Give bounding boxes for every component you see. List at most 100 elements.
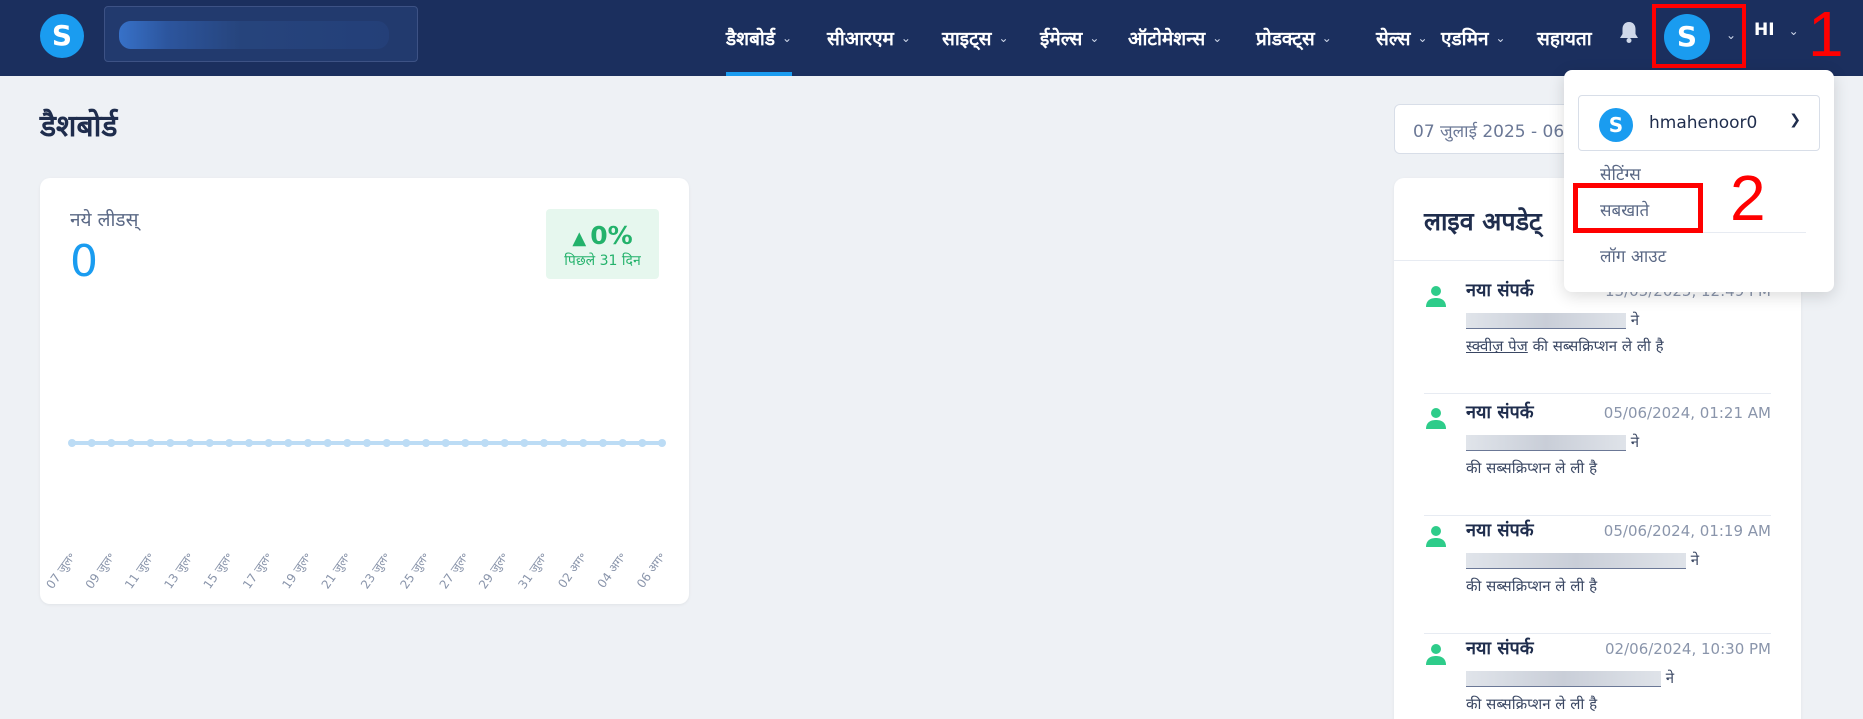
x-tick-label: 13 जुल॰ xyxy=(161,550,197,592)
chevron-down-icon: ⌄ xyxy=(998,31,1009,45)
data-point[interactable] xyxy=(304,439,312,447)
update-suffix: ने xyxy=(1690,551,1700,569)
account-switcher-field[interactable] xyxy=(104,6,418,62)
person-icon xyxy=(1426,526,1446,547)
live-update-item: नया संपर्क 05/06/2024, 01:21 AM ने की सब… xyxy=(1424,398,1771,516)
redacted-contact[interactable] xyxy=(1466,552,1686,569)
chevron-down-icon: ⌄ xyxy=(1212,31,1223,45)
nav-products[interactable]: प्रोडक्ट्स ⌄ xyxy=(1256,0,1332,76)
data-point[interactable] xyxy=(323,439,332,447)
nav-sites[interactable]: साइट्स ⌄ xyxy=(942,0,1009,76)
x-tick-label: 09 जुल॰ xyxy=(83,550,119,592)
update-page-link[interactable]: स्क्वीज़ पेज xyxy=(1466,337,1528,355)
language-selector[interactable]: HI ⌄ xyxy=(1754,20,1799,40)
data-point[interactable] xyxy=(245,439,253,447)
menu-item-settings[interactable]: सेटिंग्स xyxy=(1600,162,1641,185)
language-label: HI xyxy=(1754,20,1775,40)
chevron-down-icon: ❯ xyxy=(1789,112,1801,128)
data-point[interactable] xyxy=(107,439,116,447)
data-point[interactable] xyxy=(638,439,647,447)
nav-automations[interactable]: ऑटोमेशन्स ⌄ xyxy=(1128,0,1222,76)
chevron-down-icon: ⌄ xyxy=(1495,31,1506,45)
annotation-marker-1: 1 xyxy=(1808,0,1844,70)
nav-dashboard[interactable]: डैशबोर्ड ⌄ xyxy=(726,0,793,76)
data-point[interactable] xyxy=(422,439,430,447)
data-point[interactable] xyxy=(146,439,155,447)
menu-item-logout[interactable]: लॉग आउट xyxy=(1600,244,1666,267)
person-icon xyxy=(1426,286,1446,307)
data-point[interactable] xyxy=(127,439,135,447)
x-tick-label: 02 अग॰ xyxy=(555,550,589,591)
x-tick-label: 17 जुल॰ xyxy=(240,550,276,592)
x-tick-label: 27 जुल॰ xyxy=(437,550,473,592)
leads-line-chart: 07 जुल॰ 09 जुल॰ 11 जुल॰ 13 जुल॰ 15 जुल॰ 17 जु… xyxy=(43,439,668,592)
page-title: डैशबोर्ड xyxy=(40,109,118,144)
chevron-down-icon: ⌄ xyxy=(1417,31,1428,45)
app-logo[interactable]: S xyxy=(40,14,84,58)
x-tick-label: 15 जुल॰ xyxy=(201,550,237,592)
data-point[interactable] xyxy=(225,439,234,447)
x-tick-label: 29 जुल॰ xyxy=(476,550,512,592)
nav-crm[interactable]: सीआरएम ⌄ xyxy=(827,0,911,76)
data-point[interactable] xyxy=(520,439,529,447)
annotation-highlight-box-2 xyxy=(1573,183,1703,233)
nav-products-label: प्रोडक्ट्स xyxy=(1256,28,1315,50)
nav-sales-label: सेल्स xyxy=(1376,28,1411,50)
user-avatar: S xyxy=(1664,14,1710,60)
data-point[interactable] xyxy=(363,439,371,447)
live-update-item: नया संपर्क 13/05/2025, 12:49 PM ने स्क्व… xyxy=(1424,276,1771,394)
update-time: 05/06/2024, 01:19 AM xyxy=(1603,522,1771,540)
data-point[interactable] xyxy=(343,439,352,447)
update-title: नया संपर्क xyxy=(1466,402,1534,423)
data-point[interactable] xyxy=(461,439,470,447)
data-point[interactable] xyxy=(540,439,548,447)
user-dropdown-menu: S hmahenoor0 ❯ सेटिंग्स सबखाते लॉग आउट xyxy=(1564,70,1834,292)
data-point[interactable] xyxy=(559,439,568,447)
data-point[interactable] xyxy=(441,439,450,447)
new-leads-card: नये लीडस् 0 ▲ 0% पिछले 31 दिन 07 जुल॰ 09 ज… xyxy=(40,178,689,604)
nav-automations-label: ऑटोमेशन्स xyxy=(1128,28,1206,50)
redacted-contact[interactable] xyxy=(1466,434,1626,451)
chevron-down-icon: ⌄ xyxy=(900,31,911,45)
data-point[interactable] xyxy=(166,439,175,447)
chevron-down-icon: ⌄ xyxy=(1726,28,1737,42)
person-icon xyxy=(1426,644,1446,665)
update-title: नया संपर्क xyxy=(1466,520,1534,541)
data-point[interactable] xyxy=(402,439,411,447)
data-point[interactable] xyxy=(264,439,273,447)
update-text: की सब्सक्रिप्शन ले ली है xyxy=(1466,459,1598,477)
data-point[interactable] xyxy=(599,439,607,447)
nav-emails[interactable]: ईमेल्स ⌄ xyxy=(1040,0,1099,76)
data-point[interactable] xyxy=(618,439,627,447)
x-tick-label: 21 जुल॰ xyxy=(319,550,355,592)
account-select[interactable]: S hmahenoor0 ❯ xyxy=(1578,95,1820,151)
live-update-item: नया संपर्क 02/06/2024, 10:30 PM ने की सब… xyxy=(1424,634,1771,719)
data-point[interactable] xyxy=(205,439,214,447)
data-point[interactable] xyxy=(500,439,509,447)
bell-icon[interactable] xyxy=(1618,20,1640,44)
x-tick-label: 04 अग॰ xyxy=(595,550,629,591)
top-navigation-bar: S डैशबोर्ड ⌄ सीआरएम ⌄ साइट्स ⌄ ईमेल्स ⌄ ऑटोम… xyxy=(0,0,1863,76)
x-tick-label: 06 अग॰ xyxy=(634,550,668,591)
chevron-down-icon: ⌄ xyxy=(1788,24,1799,38)
data-point[interactable] xyxy=(284,439,293,447)
data-point[interactable] xyxy=(658,439,666,447)
data-point[interactable] xyxy=(68,439,76,447)
nav-sales[interactable]: सेल्स ⌄ xyxy=(1376,0,1428,76)
data-point[interactable] xyxy=(186,439,194,447)
data-point[interactable] xyxy=(382,439,391,447)
live-updates-title: लाइव अपडेट् xyxy=(1424,207,1542,236)
redacted-contact[interactable] xyxy=(1466,670,1661,687)
nav-help[interactable]: सहायता xyxy=(1537,0,1592,76)
data-point[interactable] xyxy=(481,439,489,447)
redacted-contact[interactable] xyxy=(1466,312,1626,329)
data-point[interactable] xyxy=(579,439,588,447)
person-icon xyxy=(1426,408,1446,429)
nav-admin[interactable]: एडमिन ⌄ xyxy=(1441,0,1506,76)
update-title: नया संपर्क xyxy=(1466,280,1534,301)
data-point[interactable] xyxy=(87,439,96,447)
update-time: 05/06/2024, 01:21 AM xyxy=(1603,404,1771,422)
user-menu-toggle[interactable]: S ⌄ xyxy=(1652,4,1746,68)
chevron-down-icon: ⌄ xyxy=(782,31,793,45)
update-suffix: ने xyxy=(1665,669,1675,687)
